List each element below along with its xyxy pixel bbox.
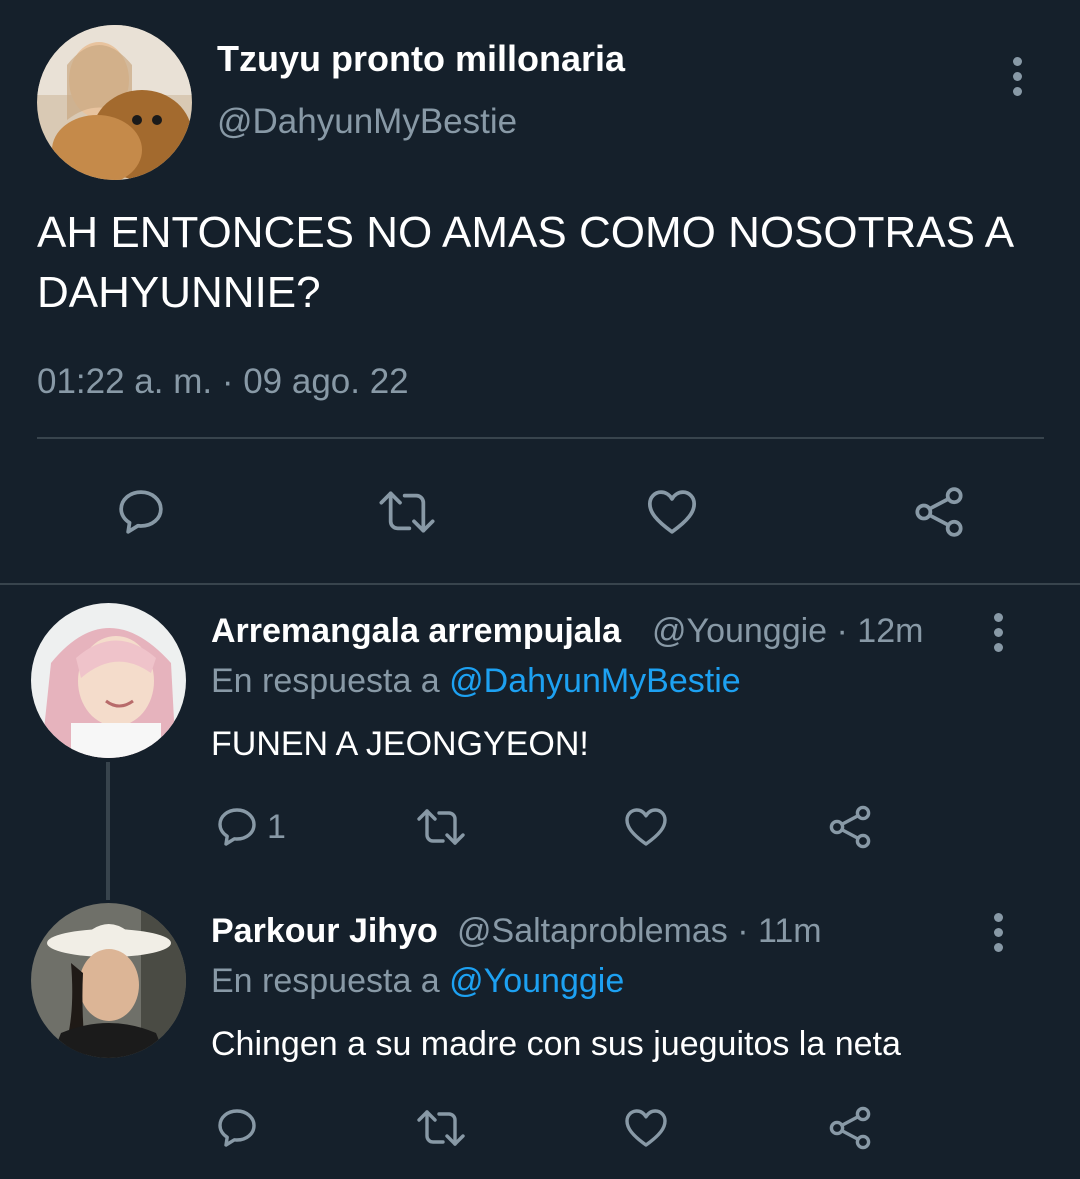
retweet-button[interactable]: [374, 484, 440, 540]
retweet-icon: [417, 1110, 465, 1146]
reply-1-display-name[interactable]: Arremangala arrempujala: [211, 612, 621, 651]
like-icon: [625, 808, 667, 846]
reply-1-text: FUNEN A JEONGYEON!: [211, 725, 589, 763]
tweet-thread-screen: Tzuyu pronto millonaria @DahyunMyBestie …: [0, 0, 1080, 1179]
reply-icon: [119, 490, 163, 534]
share-icon: [915, 487, 963, 537]
avatar-reply-1[interactable]: [31, 603, 186, 758]
reply-icon: [218, 808, 256, 846]
divider: [37, 437, 1044, 439]
share-button[interactable]: [825, 803, 875, 851]
retweet-icon: [379, 491, 435, 533]
avatar-main[interactable]: [37, 25, 192, 180]
like-button[interactable]: [621, 803, 671, 851]
share-button[interactable]: [910, 484, 968, 540]
more-vertical-icon[interactable]: [1010, 57, 1024, 102]
reply-2-in-reply-to: En respuesta a @Younggie: [211, 962, 624, 1001]
like-button[interactable]: [643, 484, 701, 540]
section-divider: [0, 583, 1080, 585]
retweet-icon: [417, 809, 465, 845]
reply-to-label: En respuesta a: [211, 962, 440, 1000]
reply-1-in-reply-to: En respuesta a @DahyunMyBestie: [211, 662, 741, 701]
more-vertical-icon[interactable]: [991, 913, 1005, 958]
main-display-name[interactable]: Tzuyu pronto millonaria: [217, 38, 625, 80]
reply-button[interactable]: 1: [213, 803, 286, 851]
thread-connector-line: [106, 762, 110, 900]
tweet-timestamp[interactable]: 01:22 a. m. · 09 ago. 22: [37, 362, 409, 402]
main-handle[interactable]: @DahyunMyBestie: [217, 102, 517, 142]
main-tweet-text: AH ENTONCES NO AMAS COMO NOSOTRAS A DAHY…: [37, 208, 1012, 317]
reply-icon: [218, 1109, 256, 1147]
like-icon: [625, 1109, 667, 1147]
reply-2-handle-time[interactable]: @Saltaproblemas · 11m: [457, 912, 822, 951]
like-icon: [647, 490, 697, 534]
retweet-button[interactable]: [412, 1104, 470, 1152]
more-vertical-icon[interactable]: [991, 613, 1005, 658]
share-icon: [829, 1106, 871, 1150]
retweet-button[interactable]: [412, 803, 470, 851]
reply-to-mention[interactable]: @DahyunMyBestie: [449, 662, 741, 700]
reply-2-display-name[interactable]: Parkour Jihyo: [211, 912, 438, 951]
share-icon: [829, 805, 871, 849]
reply-button[interactable]: [213, 1104, 261, 1152]
reply-1-handle-time[interactable]: @Younggie · 12m: [652, 612, 923, 651]
reply-count: 1: [267, 807, 286, 846]
reply-button[interactable]: [113, 484, 169, 540]
like-button[interactable]: [621, 1104, 671, 1152]
avatar-reply-2[interactable]: [31, 903, 186, 1058]
reply-2-text: Chingen a su madre con sus jueguitos la …: [211, 1025, 901, 1063]
reply-to-label: En respuesta a: [211, 662, 440, 700]
reply-to-mention[interactable]: @Younggie: [449, 962, 624, 1000]
share-button[interactable]: [825, 1104, 875, 1152]
